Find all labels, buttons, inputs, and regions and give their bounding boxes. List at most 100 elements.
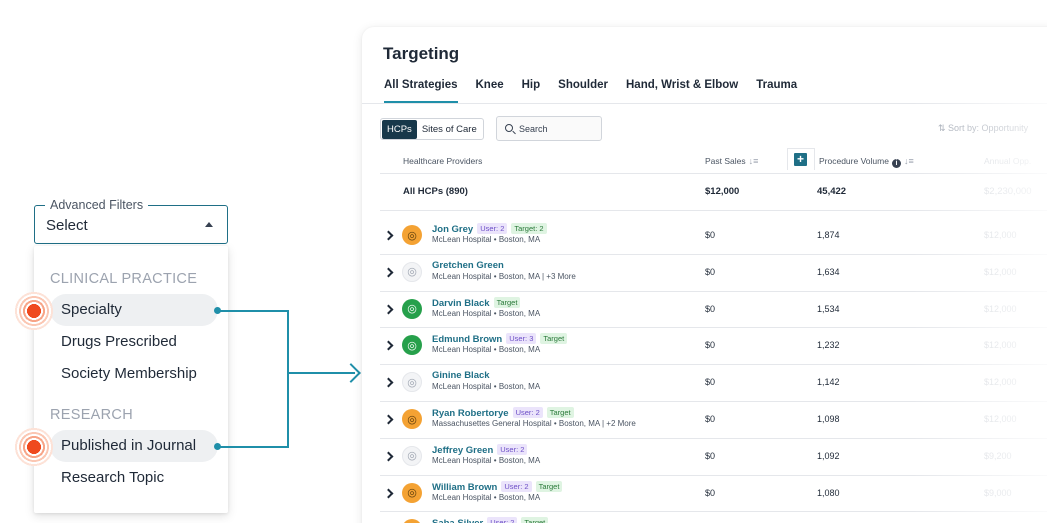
table-row[interactable]: ◎ Saba Silver User: 2Target	[362, 512, 1047, 523]
target-badge: Target	[540, 333, 568, 345]
hcp-name-text: Saba Silver	[432, 518, 483, 523]
annual-value: $12,000	[984, 414, 1017, 424]
arrow-right-icon	[341, 363, 361, 383]
user-badge: User: 2	[497, 443, 528, 455]
table-row[interactable]: ◎ William Brown User: 2 Target McLean Hospit…	[362, 476, 1047, 513]
sort-icon: ⇅	[938, 123, 949, 133]
hcp-name[interactable]: Ryan Robertorye User: 2 Target	[432, 407, 574, 419]
procedure-volume-value: 1,634	[817, 266, 840, 277]
procedure-volume-value: 1,874	[817, 230, 840, 240]
col-annual: Annual Opp.	[984, 156, 1032, 166]
tab-hand-wrist-elbow[interactable]: Hand, Wrist & Elbow	[626, 79, 738, 103]
menu-item-research-topic[interactable]: Research Topic	[50, 462, 218, 494]
target-icon: ◎	[402, 482, 422, 503]
hcp-name[interactable]: Jeffrey Green User: 2	[432, 443, 528, 456]
menu-item-published-in-journal[interactable]: Published in Journal	[50, 430, 218, 462]
total-procedure-volume: 45,422	[817, 186, 847, 197]
hcp-location: McLean Hospital • Boston, MA | +3 More	[432, 271, 576, 281]
chevron-right-icon[interactable]	[383, 230, 394, 241]
page-title: Targeting	[383, 44, 460, 63]
chevron-right-icon[interactable]	[383, 488, 394, 499]
past-sales-value: $0	[705, 414, 716, 424]
annual-value: $12,000	[984, 340, 1017, 351]
toggle-sites-of-care[interactable]: Sites of Care	[417, 120, 482, 139]
table-row[interactable]: ◎ Edmund Brown User: 3 Target McLean Hospita…	[362, 328, 1047, 365]
highlight-ring-icon	[13, 426, 55, 468]
hcp-name-text: Jon Grey	[432, 224, 474, 235]
hcp-name[interactable]: Ginine Black	[432, 370, 490, 381]
filters-dropdown-menu: CLINICAL PRACTICE Specialty Drugs Prescr…	[34, 246, 228, 513]
tab-trauma[interactable]: Trauma	[756, 79, 797, 103]
table-row[interactable]: ◎ Jeffrey Green User: 2 McLean Hospital • B…	[362, 439, 1047, 476]
past-sales-value: $0	[705, 340, 716, 351]
table-row[interactable]: ◎ Jon Grey User: 2 Target: 2 McLean Hospital…	[362, 218, 1047, 255]
procedure-volume-value: 1,142	[817, 377, 840, 388]
menu-item-society-membership[interactable]: Society Membership	[50, 358, 218, 390]
table-row[interactable]: ◎ Ryan Robertorye User: 2 Target Massachuset…	[362, 402, 1047, 439]
target-icon: ◎	[402, 409, 422, 429]
menu-item-drugs-prescribed[interactable]: Drugs Prescribed	[50, 326, 218, 358]
hcp-location: McLean Hospital • Boston, MA	[432, 455, 541, 465]
info-icon[interactable]: i	[891, 159, 901, 168]
select-value: Select	[46, 217, 88, 234]
hcp-location: McLean Hospital • Boston, MA	[432, 345, 541, 355]
target-badge: Target	[493, 296, 521, 308]
caret-up-icon[interactable]	[205, 222, 213, 227]
tab-knee[interactable]: Knee	[476, 79, 504, 103]
hcp-location: McLean Hospital • Boston, MA	[432, 235, 541, 244]
chevron-right-icon[interactable]	[383, 451, 394, 462]
section-clinical-practice: CLINICAL PRACTICE	[50, 271, 198, 287]
plus-icon[interactable]: +	[794, 153, 807, 166]
hcp-name-text: Darvin Black	[432, 297, 490, 309]
past-sales-value: $0	[705, 303, 716, 314]
hcp-name[interactable]: William Brown User: 2 Target	[432, 480, 563, 493]
hcp-name[interactable]: Jon Grey User: 2 Target: 2	[432, 223, 547, 235]
tabs-divider	[362, 103, 1047, 104]
toggle-hcps[interactable]: HCPs	[382, 119, 417, 139]
tab-shoulder[interactable]: Shoulder	[558, 79, 608, 103]
hcp-name-text: Ginine Black	[432, 370, 490, 382]
user-badge: User: 3	[506, 333, 537, 345]
annual-value: $12,000	[984, 377, 1017, 388]
procedure-volume-value: 1,232	[817, 340, 840, 351]
chevron-right-icon[interactable]	[383, 414, 394, 425]
hcp-name[interactable]: Darvin Black Target	[432, 296, 521, 309]
search-input[interactable]: Search	[496, 116, 602, 141]
hcp-name-text: Ryan Robertorye	[432, 408, 509, 419]
target-badge: Target	[521, 517, 549, 523]
hcp-name-text: William Brown	[432, 481, 498, 493]
sort-icon[interactable]: ↓≡	[749, 156, 759, 166]
target-badge: Target: 2	[511, 223, 547, 234]
table-row[interactable]: ◎ Darvin Black Target McLean Hospital • Bos…	[362, 292, 1047, 329]
hcp-location: McLean Hospital • Boston, MA	[432, 308, 541, 318]
menu-item-specialty[interactable]: Specialty	[50, 294, 218, 326]
hcp-name[interactable]: Gretchen Green	[432, 260, 504, 271]
tab-all-strategies[interactable]: All Strategies	[384, 79, 458, 103]
tab-hip[interactable]: Hip	[522, 79, 541, 103]
connector-line	[287, 310, 289, 448]
chevron-right-icon[interactable]	[383, 377, 394, 388]
target-icon: ◎	[402, 372, 422, 393]
procedure-volume-value: 1,098	[817, 414, 840, 424]
table-row[interactable]: ◎ Gretchen Green McLean Hospital • Boston,…	[362, 255, 1047, 292]
col-past-sales[interactable]: Past Sales ↓≡	[705, 156, 758, 166]
hcp-name[interactable]: Edmund Brown User: 3 Target	[432, 333, 568, 346]
past-sales-value: $0	[705, 230, 716, 240]
chevron-right-icon[interactable]	[383, 304, 394, 315]
chevron-right-icon[interactable]	[383, 267, 394, 278]
total-hcps-label: All HCPs (890)	[403, 186, 468, 197]
sort-icon[interactable]: ↓≡	[904, 156, 914, 166]
advanced-filters-select[interactable]: Advanced Filters Select	[34, 197, 228, 244]
sort-by-control[interactable]: ⇅ Sort by: Opportunity	[938, 123, 1028, 134]
hcp-location: Massachusettes General Hospital • Boston…	[432, 419, 636, 428]
chevron-right-icon[interactable]	[383, 340, 394, 351]
hcp-name[interactable]: Saba Silver User: 2Target	[432, 517, 549, 523]
table-row[interactable]: ◎ Ginine Black McLean Hospital • Boston, M…	[362, 365, 1047, 402]
col-procedure-volume[interactable]: Procedure Volume i ↓≡	[819, 156, 914, 168]
search-icon	[505, 124, 513, 132]
annual-value: $9,000	[984, 487, 1012, 498]
target-icon: ◎	[402, 335, 422, 356]
hcp-name-text: Edmund Brown	[432, 334, 503, 346]
highlight-ring-icon	[13, 290, 55, 332]
target-icon: ◎	[402, 519, 422, 523]
